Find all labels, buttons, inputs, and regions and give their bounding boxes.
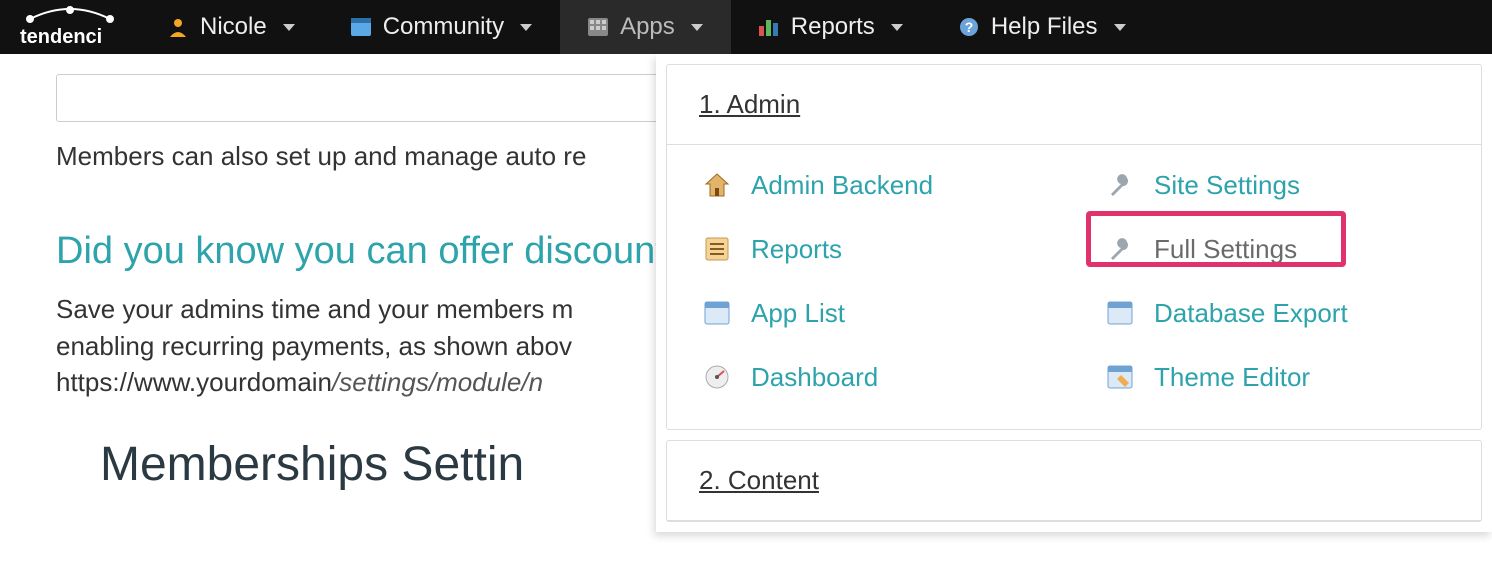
- dropdown-body-admin: Admin Backend Reports App List: [667, 145, 1481, 429]
- user-icon: [168, 17, 188, 37]
- help-icon: ?: [959, 17, 979, 37]
- nav-apps[interactable]: Apps: [560, 0, 731, 54]
- link-label: Full Settings: [1154, 234, 1447, 265]
- admin-link-dashboard[interactable]: Dashboard: [691, 357, 1054, 397]
- nav-reports[interactable]: Reports: [731, 0, 931, 54]
- dashboard-icon: [701, 361, 733, 393]
- wrench-icon: [1104, 233, 1136, 265]
- nav-user-label: Nicole: [200, 13, 267, 41]
- link-label: App List: [751, 298, 1044, 329]
- nav-community-label: Community: [383, 13, 504, 41]
- link-label: Admin Backend: [751, 170, 1044, 201]
- admin-link-theme-editor[interactable]: Theme Editor: [1094, 357, 1457, 397]
- caret-down-icon: [691, 24, 703, 31]
- dropdown-header-content[interactable]: 2. Content: [667, 441, 1481, 521]
- dropdown-section-content: 2. Content: [666, 440, 1482, 522]
- link-label: Theme Editor: [1154, 362, 1447, 393]
- nav-help[interactable]: ? Help Files: [931, 0, 1154, 54]
- brand-text: tendenci: [20, 26, 102, 48]
- path-italic: /settings/module/n: [332, 367, 543, 397]
- window-icon: [1104, 297, 1136, 329]
- dropdown-col-left: Admin Backend Reports App List: [691, 165, 1054, 397]
- admin-link-reports[interactable]: Reports: [691, 229, 1054, 269]
- wrench-icon: [1104, 169, 1136, 201]
- caret-down-icon: [1114, 24, 1126, 31]
- caret-down-icon: [520, 24, 532, 31]
- nav-user[interactable]: Nicole: [140, 0, 323, 54]
- list-icon: [701, 233, 733, 265]
- path-plain: https://www.yourdomain: [56, 367, 332, 397]
- dropdown-section-admin: 1. Admin Admin Backend Reports: [666, 64, 1482, 430]
- house-icon: [701, 169, 733, 201]
- admin-link-database-export[interactable]: Database Export: [1094, 293, 1457, 333]
- window-icon: [351, 17, 371, 37]
- dropdown-col-right: Site Settings Full Settings Database Exp…: [1094, 165, 1457, 397]
- link-label: Database Export: [1154, 298, 1447, 329]
- theme-icon: [1104, 361, 1136, 393]
- bar-chart-icon: [759, 17, 779, 37]
- admin-link-site-settings[interactable]: Site Settings: [1094, 165, 1457, 205]
- nav-apps-label: Apps: [620, 13, 675, 41]
- window-icon: [701, 297, 733, 329]
- link-label: Site Settings: [1154, 170, 1447, 201]
- top-nav: tendenci Nicole Community Apps Reports ?: [0, 0, 1492, 54]
- link-label: Reports: [751, 234, 1044, 265]
- dropdown-header-admin[interactable]: 1. Admin: [667, 65, 1481, 145]
- svg-text:?: ?: [965, 19, 974, 35]
- link-label: Dashboard: [751, 362, 1044, 393]
- nav-community[interactable]: Community: [323, 0, 560, 54]
- apps-dropdown: 1. Admin Admin Backend Reports: [656, 54, 1492, 532]
- admin-link-full-settings[interactable]: Full Settings: [1094, 229, 1457, 269]
- caret-down-icon: [891, 24, 903, 31]
- nav-reports-label: Reports: [791, 13, 875, 41]
- nav-help-label: Help Files: [991, 13, 1098, 41]
- grid-icon: [588, 17, 608, 37]
- brand-logo[interactable]: tendenci: [0, 0, 140, 54]
- admin-link-admin-backend[interactable]: Admin Backend: [691, 165, 1054, 205]
- caret-down-icon: [283, 24, 295, 31]
- admin-link-app-list[interactable]: App List: [691, 293, 1054, 333]
